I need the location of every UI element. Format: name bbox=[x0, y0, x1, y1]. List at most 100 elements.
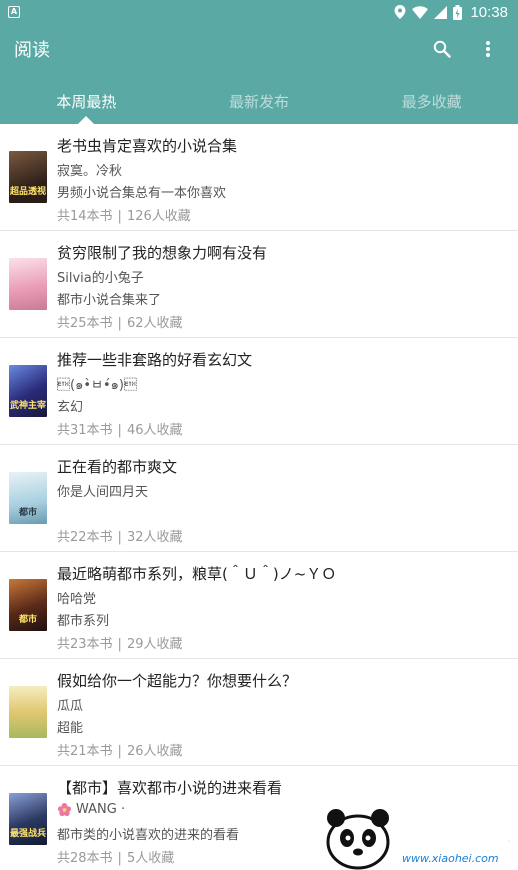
list-stats: 共28本书 | 5人收藏 bbox=[57, 847, 174, 866]
book-count: 共28本书 bbox=[57, 851, 113, 866]
book-count: 共31本书 bbox=[57, 423, 113, 438]
book-count: 共21本书 bbox=[57, 744, 113, 759]
list-description: 男频小说合集总有一本你喜欢 bbox=[57, 186, 227, 201]
watermark-logo: 小黑游戏 www.xiaohei.com bbox=[322, 798, 518, 870]
book-cover: 最强战兵 bbox=[9, 793, 47, 845]
list-author: 哈哈党 bbox=[57, 588, 96, 607]
list-title: 老书虫肯定喜欢的小说合集 bbox=[57, 137, 238, 155]
stat-separator: | bbox=[117, 209, 122, 224]
list-stats: 共21本书 | 26人收藏 bbox=[57, 740, 182, 759]
book-cover bbox=[9, 686, 47, 738]
favorite-count: 126人收藏 bbox=[126, 209, 191, 224]
search-button[interactable] bbox=[430, 37, 454, 61]
list-author: 瓜瓜 bbox=[57, 695, 83, 714]
stat-separator: | bbox=[117, 423, 122, 438]
flower-icon bbox=[57, 802, 72, 817]
notification-app-icon: A bbox=[8, 6, 20, 18]
list-stats: 共22本书 | 32人收藏 bbox=[57, 526, 182, 545]
author-name: (๑•̀ㅂ•́๑) bbox=[57, 378, 137, 393]
stat-separator: | bbox=[117, 744, 122, 759]
tab-indicator bbox=[78, 116, 95, 124]
favorite-count: 46人收藏 bbox=[126, 423, 183, 438]
stat-separator: | bbox=[117, 530, 122, 545]
book-cover: 武神主宰 bbox=[9, 365, 47, 417]
list-stats: 共14本书 | 126人收藏 bbox=[57, 205, 191, 224]
author-name: 你是人间四月天 bbox=[57, 485, 149, 500]
wifi-icon bbox=[412, 5, 429, 19]
list-stats: 共23本书 | 29人收藏 bbox=[57, 633, 182, 652]
status-right: 10:38 bbox=[394, 4, 508, 21]
list-item[interactable]: 武神主宰 推荐一些非套路的好看玄幻文 (๑•̀ㅂ•́๑) 玄幻 共31本书 |… bbox=[0, 338, 518, 445]
list-item[interactable]: 都市 正在看的都市爽文 你是人间四月天 共22本书 | 32人收藏 bbox=[0, 445, 518, 552]
list-item[interactable]: 都市 最近略萌都市系列，粮草(＾Ｕ＾)ノ~ＹＯ 哈哈党 都市系列 共23本书 | 2… bbox=[0, 552, 518, 659]
list-author: 寂寞。冷秋 bbox=[57, 160, 122, 179]
favorite-count: 62人收藏 bbox=[126, 316, 183, 331]
list-description: 玄幻 bbox=[57, 400, 84, 415]
list-description: 超能 bbox=[57, 721, 84, 736]
book-cover bbox=[9, 258, 47, 310]
stat-separator: | bbox=[117, 316, 122, 331]
book-count: 共25本书 bbox=[57, 316, 113, 331]
tab-bar: 本周最热 最新发布 最多收藏 bbox=[0, 74, 518, 124]
watermark-logo-text: 小黑游戏 bbox=[394, 813, 514, 848]
book-count: 共14本书 bbox=[57, 209, 113, 224]
tab-newest[interactable]: 最新发布 bbox=[173, 74, 346, 124]
battery-icon bbox=[453, 4, 463, 20]
list-title: 推荐一些非套路的好看玄幻文 bbox=[57, 351, 253, 369]
search-icon bbox=[433, 40, 451, 58]
panda-logo-icon: 小黑游戏 www.xiaohei.com bbox=[326, 809, 515, 870]
app-bar: 阅读 bbox=[0, 24, 518, 74]
favorite-count: 32人收藏 bbox=[126, 530, 183, 545]
list-title: 最近略萌都市系列，粮草(＾Ｕ＾)ノ~ＹＯ bbox=[57, 565, 337, 583]
tab-label: 最多收藏 bbox=[401, 92, 462, 111]
book-count: 共22本书 bbox=[57, 530, 113, 545]
list-item[interactable]: 贫穷限制了我的想象力啊有没有 Silvia的小兔子 都市小说合集来了 共25本书… bbox=[0, 231, 518, 338]
book-cover: 都市 bbox=[9, 579, 47, 631]
list-author: WANG · bbox=[57, 802, 125, 817]
cover-label: 都市 bbox=[18, 508, 37, 518]
status-bar: A 10:38 bbox=[0, 0, 518, 24]
author-name: Silvia的小兔子 bbox=[57, 271, 144, 286]
list-description: 都市小说合集来了 bbox=[57, 293, 162, 308]
list-item[interactable]: 假如给你一个超能力？你想要什么？ 瓜瓜 超能 共21本书 | 26人收藏 bbox=[0, 659, 518, 766]
more-vertical-icon bbox=[486, 41, 490, 57]
tab-label: 最新发布 bbox=[229, 92, 290, 111]
more-options-button[interactable] bbox=[476, 37, 500, 61]
favorite-count: 26人收藏 bbox=[126, 744, 183, 759]
list-stats: 共25本书 | 62人收藏 bbox=[57, 312, 182, 331]
list-stats: 共31本书 | 46人收藏 bbox=[57, 419, 182, 438]
list-description: 都市系列 bbox=[57, 614, 110, 629]
cover-label: 超品透视 bbox=[9, 187, 46, 197]
author-name: 哈哈党 bbox=[57, 592, 97, 607]
list-title: 贫穷限制了我的想象力啊有没有 bbox=[57, 244, 268, 262]
list-item[interactable]: 超品透视 老书虫肯定喜欢的小说合集 寂寞。冷秋 男频小说合集总有一本你喜欢 共1… bbox=[0, 124, 518, 231]
author-name: 瓜瓜 bbox=[57, 699, 84, 714]
tab-label: 本周最热 bbox=[56, 92, 117, 111]
stat-separator: | bbox=[117, 851, 122, 866]
cover-label: 最强战兵 bbox=[9, 829, 46, 839]
status-left: A bbox=[8, 6, 20, 18]
app-actions bbox=[430, 37, 500, 61]
tab-most-favorited[interactable]: 最多收藏 bbox=[345, 74, 518, 124]
book-cover: 都市 bbox=[9, 472, 47, 524]
list-title: 正在看的都市爽文 bbox=[57, 458, 178, 476]
stat-separator: | bbox=[117, 637, 122, 652]
list-author: Silvia的小兔子 bbox=[57, 267, 144, 286]
signal-icon bbox=[434, 5, 448, 19]
page-title: 阅读 bbox=[14, 40, 50, 61]
favorite-count: 5人收藏 bbox=[126, 851, 175, 866]
list-author: 你是人间四月天 bbox=[57, 481, 148, 500]
author-name: WANG · bbox=[76, 802, 126, 817]
favorite-count: 29人收藏 bbox=[126, 637, 183, 652]
cover-label: 都市 bbox=[18, 615, 37, 625]
location-icon bbox=[394, 5, 406, 19]
author-name: 寂寞。冷秋 bbox=[57, 164, 123, 179]
tab-weekly-hot[interactable]: 本周最热 bbox=[0, 74, 173, 124]
book-count: 共23本书 bbox=[57, 637, 113, 652]
cover-label: 武神主宰 bbox=[9, 401, 46, 411]
list-author: (๑•̀ㅂ•́๑) bbox=[57, 374, 137, 395]
status-time: 10:38 bbox=[470, 3, 508, 21]
list-title: 【都市】喜欢都市小说的进来看看 bbox=[57, 779, 283, 797]
watermark-url: www.xiaohei.com bbox=[402, 852, 499, 865]
book-cover: 超品透视 bbox=[9, 151, 47, 203]
